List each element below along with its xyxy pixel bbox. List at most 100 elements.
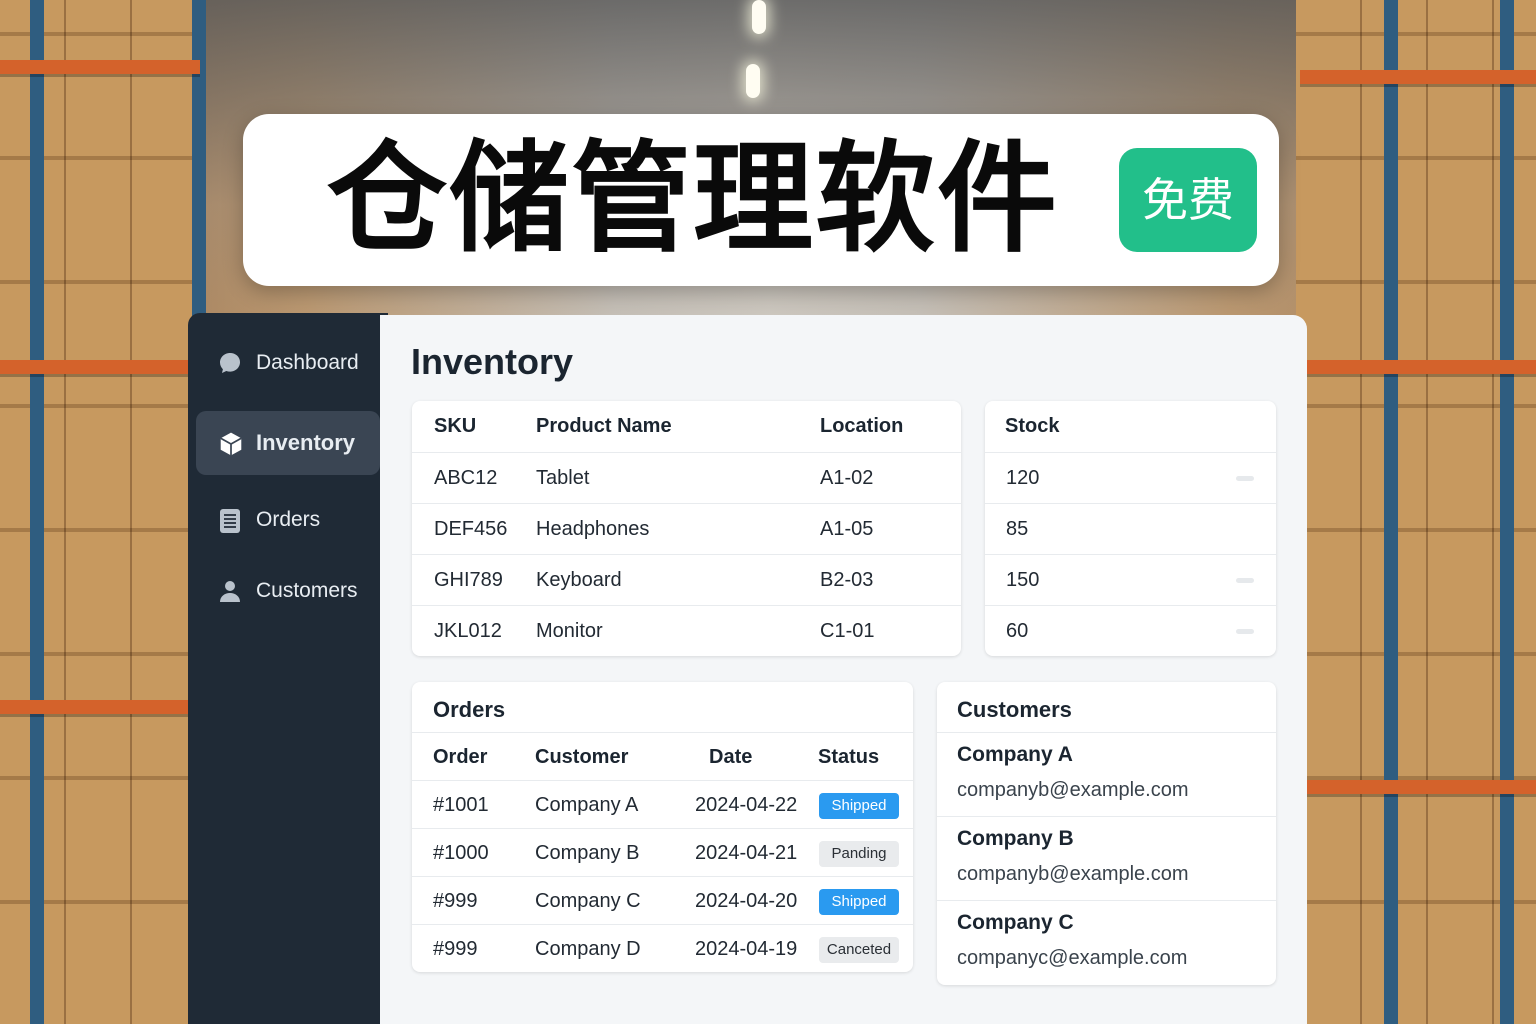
table-header-row: SKU Product Name Location [412, 401, 961, 452]
orders-card: Orders Order Customer Date Status #1001 … [412, 682, 913, 972]
status-badge: Shipped [819, 889, 899, 915]
row-action-handle[interactable] [1236, 629, 1254, 634]
ceiling-light [746, 64, 760, 98]
column-header-customer[interactable]: Customer [535, 733, 628, 781]
sidebar-item-label: Dashboard [256, 351, 359, 374]
location-cell: B2-03 [820, 569, 874, 591]
order-date-cell: 2024-04-20 [695, 890, 798, 912]
shelf-post [30, 0, 44, 1024]
cube-icon [218, 431, 242, 456]
customers-card-title: Customers [957, 697, 1072, 722]
product-name-cell: Tablet [536, 467, 590, 489]
column-header-status[interactable]: Status [818, 733, 879, 781]
table-row[interactable]: 120 [985, 452, 1276, 503]
sidebar-item-label: Customers [256, 579, 358, 602]
shelf-beam [0, 60, 200, 74]
order-customer-cell: Company A [535, 794, 639, 816]
product-name-cell: Monitor [536, 620, 603, 642]
page-title: Inventory [411, 341, 574, 382]
column-header-sku[interactable]: SKU [434, 401, 476, 452]
banner-title: 仓储管理软件 [327, 130, 1059, 269]
sidebar-item-dashboard[interactable]: Dashboard [196, 331, 380, 395]
status-badge: Panding [819, 841, 899, 867]
table-row[interactable]: DEF456 Headphones A1-05 [412, 503, 961, 554]
sidebar-item-orders[interactable]: Orders [196, 488, 380, 552]
stock-cell: 60 [1006, 620, 1029, 642]
list-item[interactable]: Company C companyc@example.com [937, 900, 1276, 984]
order-date-cell: 2024-04-21 [695, 842, 798, 864]
order-id-cell: #999 [433, 938, 478, 960]
chat-bubble-icon [218, 351, 242, 375]
location-cell: A1-05 [820, 518, 874, 540]
order-customer-cell: Company C [535, 890, 641, 912]
stock-cell: 120 [1006, 467, 1040, 489]
order-id-cell: #1000 [433, 842, 489, 864]
customer-email[interactable]: companyb@example.com [957, 863, 1189, 886]
main-panel: Inventory SKU Product Name Location ABC1… [380, 315, 1307, 1024]
customer-email[interactable]: companyc@example.com [957, 947, 1187, 970]
customer-name: Company A [957, 743, 1073, 766]
sidebar-item-inventory[interactable]: Inventory [196, 411, 380, 475]
shelf-beam [1300, 70, 1536, 84]
table-row[interactable]: 150 [985, 554, 1276, 605]
order-id-cell: #1001 [433, 794, 489, 816]
order-customer-cell: Company D [535, 938, 641, 960]
free-badge: 免费 [1119, 148, 1257, 252]
table-row[interactable]: #999 Company D 2024-04-19 Canceted [412, 924, 913, 972]
customer-name: Company B [957, 827, 1074, 850]
table-row[interactable]: #1000 Company B 2024-04-21 Panding [412, 828, 913, 876]
sku-cell: DEF456 [434, 518, 508, 540]
location-cell: C1-01 [820, 620, 875, 642]
table-row[interactable]: 85 [985, 503, 1276, 554]
sidebar-item-customers[interactable]: Customers [196, 559, 380, 623]
status-badge: Canceted [819, 937, 899, 963]
customer-name: Company C [957, 911, 1074, 934]
sidebar: Dashboard Inventory Orders Customers [188, 313, 388, 1024]
list-item[interactable]: Company A companyb@example.com [937, 732, 1276, 816]
sidebar-item-label: Inventory [256, 430, 356, 455]
sku-cell: ABC12 [434, 467, 498, 489]
row-action-handle[interactable] [1236, 578, 1254, 583]
stock-cell: 150 [1006, 569, 1040, 591]
location-cell: A1-02 [820, 467, 874, 489]
table-row[interactable]: #1001 Company A 2024-04-22 Shipped [412, 780, 913, 828]
table-row[interactable]: JKL012 Monitor C1-01 [412, 605, 961, 656]
sku-cell: JKL012 [434, 620, 502, 642]
order-date-cell: 2024-04-22 [695, 794, 798, 816]
ceiling-light [752, 0, 766, 34]
table-header-row: Stock [985, 401, 1276, 452]
shelf-beam [0, 360, 200, 374]
stock-cell: 85 [1006, 518, 1029, 540]
shelf-beam [0, 700, 200, 714]
title-banner: 仓储管理软件 免费 [243, 114, 1279, 286]
orders-card-title: Orders [433, 697, 506, 722]
column-header-order[interactable]: Order [433, 733, 487, 781]
customer-email[interactable]: companyb@example.com [957, 779, 1189, 802]
column-header-date[interactable]: Date [709, 733, 752, 781]
shelf-beam [1300, 780, 1536, 794]
document-list-icon [218, 508, 242, 533]
list-item[interactable]: Company B companyb@example.com [937, 816, 1276, 900]
customers-card: Customers Company A companyb@example.com… [937, 682, 1276, 985]
inventory-table: SKU Product Name Location ABC12 Tablet A… [412, 401, 961, 656]
product-name-cell: Headphones [536, 518, 650, 540]
table-row[interactable]: GHI789 Keyboard B2-03 [412, 554, 961, 605]
order-id-cell: #999 [433, 890, 478, 912]
shelf-beam [1300, 360, 1536, 374]
status-badge: Shipped [819, 793, 899, 819]
column-header-product-name[interactable]: Product Name [536, 401, 672, 452]
order-date-cell: 2024-04-19 [695, 938, 798, 960]
column-header-location[interactable]: Location [820, 401, 903, 452]
user-icon [218, 579, 242, 603]
shelf-post [1500, 0, 1514, 1024]
shelf-post [1384, 0, 1398, 1024]
column-header-stock[interactable]: Stock [1005, 401, 1059, 452]
row-action-handle[interactable] [1236, 476, 1254, 481]
table-row[interactable]: 60 [985, 605, 1276, 656]
product-name-cell: Keyboard [536, 569, 622, 591]
sidebar-item-label: Orders [256, 508, 321, 531]
table-row[interactable]: #999 Company C 2024-04-20 Shipped [412, 876, 913, 924]
orders-header-row: Order Customer Date Status [412, 732, 913, 780]
table-row[interactable]: ABC12 Tablet A1-02 [412, 452, 961, 503]
stock-table: Stock 120 85 150 60 [985, 401, 1276, 656]
